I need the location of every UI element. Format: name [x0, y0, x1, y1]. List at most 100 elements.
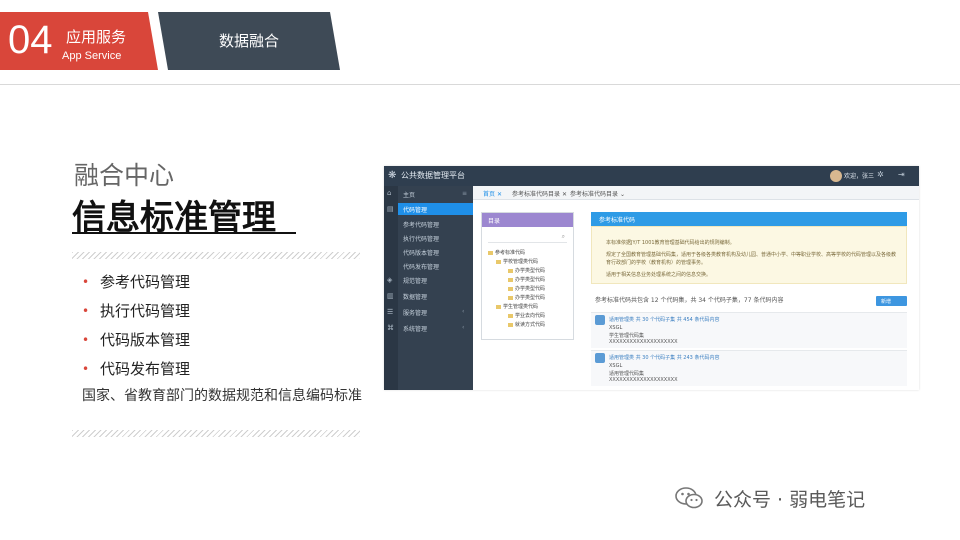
folder-icon	[496, 259, 501, 264]
list-item[interactable]: 适用管理类 共 30 个代码子集 共 243 条代码内容 XSGL 适用管理代码…	[591, 350, 907, 386]
tree-node[interactable]: 就读方式代码	[508, 321, 545, 328]
tab-label: 参考标准代码目录	[512, 191, 561, 198]
tree-node[interactable]: 办学类型代码	[508, 267, 545, 274]
list-item-name: 适用管理代码集	[609, 371, 645, 377]
avatar[interactable]	[830, 170, 842, 182]
list-item-code: XSGL	[609, 363, 623, 369]
info-line: 适用于相关信息业务处理系统之间的信息交换。	[606, 272, 712, 278]
list-item-name: 学生管理代码集	[609, 333, 645, 339]
sidebar-item-code-version[interactable]: 代码版本管理	[403, 248, 439, 257]
tree-node-label: 学校管理类代码	[503, 259, 539, 265]
feature-label: 执行代码管理	[100, 302, 191, 320]
tree-header: 目录	[482, 213, 573, 227]
tree-node[interactable]: 学业去向代码	[508, 312, 545, 319]
tree-node-label: 办学类型代码	[515, 277, 546, 283]
list-item-desc: XXXXXXXXXXXXXXXXXXXX	[609, 377, 678, 383]
sidebar-icon-strip	[384, 186, 398, 390]
list-item-code: XSGL	[609, 325, 623, 331]
tree-node[interactable]: 办学类型代码	[508, 294, 545, 301]
info-line: 育行政部门的学校（教育机构）的管理事务。	[606, 260, 707, 266]
info-line: 规定了全国教育管理基础代码集，适用于各级各类教育机构及幼儿园、普通中小学、中等职…	[606, 252, 897, 258]
folder-icon	[496, 304, 501, 309]
user-label[interactable]: 欢迎，张三	[844, 171, 874, 180]
tree-node-label: 就读方式代码	[515, 322, 546, 328]
section-title-cn: 应用服务	[66, 28, 127, 46]
tree-node[interactable]: 办学类型代码	[508, 285, 545, 292]
info-header-label: 参考标准代码	[599, 217, 636, 224]
sidebar-item-data[interactable]: 数据管理	[403, 292, 427, 301]
header-divider	[0, 84, 960, 85]
folder-icon	[508, 277, 513, 282]
content-subtitle: 融合中心	[74, 161, 175, 190]
bullet-icon: •	[82, 275, 90, 289]
settings-icon[interactable]: ✲	[877, 170, 884, 179]
list-item[interactable]: 适用管理类 共 30 个代码子集 共 454 条代码内容 XSGL 学生管理代码…	[591, 312, 907, 348]
chart-icon: ▥	[387, 292, 394, 300]
list-item-desc: XXXXXXXXXXXXXXXXXXXX	[609, 339, 678, 345]
tree-node[interactable]: 学生管理类代码	[496, 303, 538, 310]
tree-node[interactable]: 办学类型代码	[508, 276, 545, 283]
list-item-head[interactable]: 适用管理类 共 30 个代码子集 共 454 条代码内容	[609, 316, 719, 323]
tree-panel: 目录 ⌕ 参考标准代码 学校管理类代码 办学类型代码 办学类型代码 办学类型代码…	[481, 212, 574, 340]
section-title-en: App Service	[62, 50, 122, 62]
tree-node-label: 学生管理类代码	[503, 304, 539, 310]
share-icon: ⌘	[387, 324, 394, 332]
sidebar-item-code-release[interactable]: 代码发布管理	[403, 262, 439, 271]
code-badge-icon	[595, 353, 605, 363]
section-number: 04	[8, 18, 53, 62]
folder-icon	[508, 322, 513, 327]
search-icon[interactable]: ⌕	[562, 233, 565, 241]
tree-node-label: 学业去向代码	[515, 313, 546, 319]
app-logo-icon: ❋	[388, 170, 397, 181]
tab-home[interactable]: 首页 ✕	[483, 189, 502, 198]
chevron-down-icon[interactable]: ⌄	[620, 191, 625, 198]
bullet-icon: •	[82, 304, 90, 318]
info-header: 参考标准代码	[591, 212, 907, 226]
standards-icon: ◈	[387, 276, 393, 284]
folder-icon	[508, 313, 513, 318]
tab-ref-code-2[interactable]: 参考标准代码目录 ⌄	[570, 189, 625, 198]
page-title: 数据融合	[218, 32, 279, 50]
menu-toggle-icon[interactable]: ≡	[462, 190, 467, 197]
tree-node[interactable]: 学校管理类代码	[496, 258, 538, 265]
tree-header-label: 目录	[488, 218, 501, 225]
document-icon: ▤	[387, 205, 394, 213]
watermark-text: 公众号 · 弱电笔记	[714, 489, 866, 511]
add-button[interactable]: 新增	[876, 296, 907, 306]
app-screenshot: ❋ 公共数据管理平台 欢迎，张三 ✲ ⇥ ⌂ 主页 ≡ ▤ 代码管理 参考代码管…	[384, 166, 919, 390]
tree-search-input[interactable]: ⌕	[488, 233, 567, 243]
home-icon[interactable]: ⌂	[387, 189, 391, 197]
wechat-icon	[675, 487, 703, 509]
sidebar-item-exec-code[interactable]: 执行代码管理	[403, 234, 439, 243]
add-button-label: 新增	[881, 299, 892, 305]
feature-item: • 参考代码管理	[82, 268, 190, 297]
content-description: 国家、省教育部门的数据规范和信息编码标准	[82, 388, 362, 404]
bullet-icon: •	[82, 362, 90, 376]
sidebar-item-home[interactable]: 主页	[403, 190, 415, 199]
tree-node-label: 办学类型代码	[515, 286, 546, 292]
logout-icon[interactable]: ⇥	[898, 170, 905, 179]
tab-ref-code-1[interactable]: 参考标准代码目录 ✕	[512, 189, 567, 198]
chevron-left-icon: ‹	[462, 324, 465, 331]
tree-node-label: 办学类型代码	[515, 268, 546, 274]
feature-label: 代码发布管理	[100, 360, 191, 378]
close-icon[interactable]: ✕	[497, 191, 502, 198]
sidebar-item-code-mgmt[interactable]: 代码管理	[403, 205, 427, 214]
tree-node[interactable]: 参考标准代码	[488, 249, 525, 256]
sidebar-item-standards[interactable]: 规范管理	[403, 276, 427, 285]
sidebar-item-system[interactable]: 系统管理	[403, 324, 427, 333]
bullet-icon: •	[82, 333, 90, 347]
feature-list: • 参考代码管理 • 执行代码管理 • 代码版本管理 • 代码发布管理	[82, 268, 190, 384]
sidebar-item-service[interactable]: 服务管理	[403, 308, 427, 317]
sidebar-item-ref-code[interactable]: 参考代码管理	[403, 220, 439, 229]
close-icon[interactable]: ✕	[562, 191, 567, 198]
tree-node-label: 办学类型代码	[515, 295, 546, 301]
feature-item: • 执行代码管理	[82, 297, 190, 326]
feature-label: 代码版本管理	[100, 331, 191, 349]
app-title: 公共数据管理平台	[401, 171, 465, 180]
hatch-divider-top	[72, 252, 360, 259]
folder-icon	[508, 295, 513, 300]
list-item-head[interactable]: 适用管理类 共 30 个代码子集 共 243 条代码内容	[609, 354, 719, 361]
code-summary: 参考标准代码共包含 12 个代码集，共 34 个代码子集，77 条代码内容	[595, 297, 784, 304]
list-icon: ☰	[387, 308, 394, 316]
